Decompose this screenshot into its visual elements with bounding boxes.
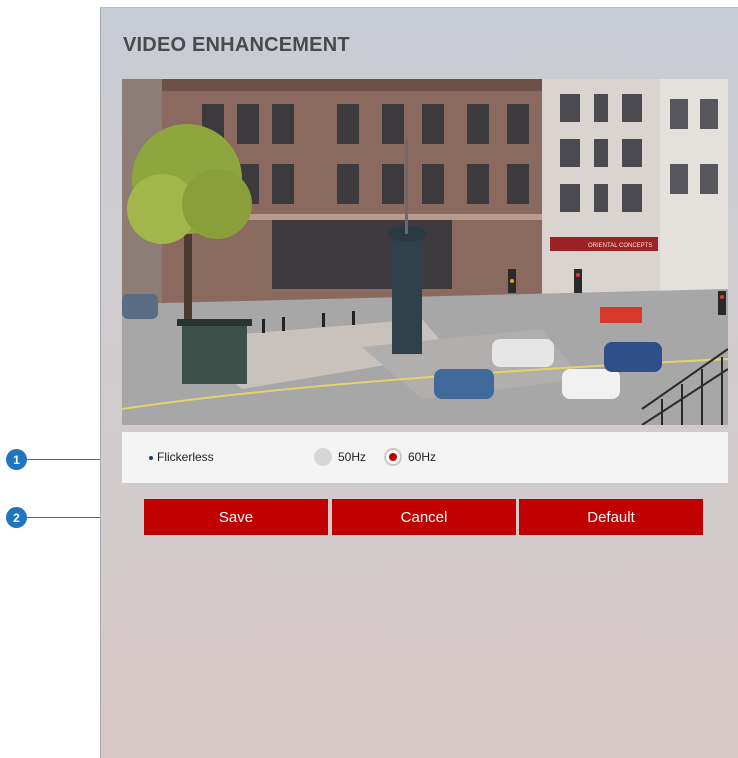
radio-50hz-label[interactable]: 50Hz bbox=[338, 450, 366, 464]
bullet-icon bbox=[149, 456, 153, 460]
radio-60hz-label[interactable]: 60Hz bbox=[408, 450, 436, 464]
callout-2-badge: 2 bbox=[6, 507, 27, 528]
video-enhancement-panel: VIDEO ENHANCEMENT ORIENTAL CONCEPTS Flic… bbox=[100, 7, 738, 758]
cancel-button[interactable]: Cancel bbox=[332, 499, 516, 535]
flickerless-label: Flickerless bbox=[157, 450, 214, 464]
radio-50hz[interactable] bbox=[314, 448, 332, 466]
save-button[interactable]: Save bbox=[144, 499, 328, 535]
page-title: VIDEO ENHANCEMENT bbox=[123, 34, 350, 56]
radio-60hz[interactable] bbox=[384, 448, 402, 466]
flickerless-row: Flickerless 50Hz 60Hz bbox=[122, 432, 728, 483]
video-preview: ORIENTAL CONCEPTS bbox=[122, 79, 728, 425]
default-button[interactable]: Default bbox=[519, 499, 703, 535]
storefront-sign-text: ORIENTAL CONCEPTS bbox=[588, 243, 652, 249]
callout-1-badge: 1 bbox=[6, 449, 27, 470]
